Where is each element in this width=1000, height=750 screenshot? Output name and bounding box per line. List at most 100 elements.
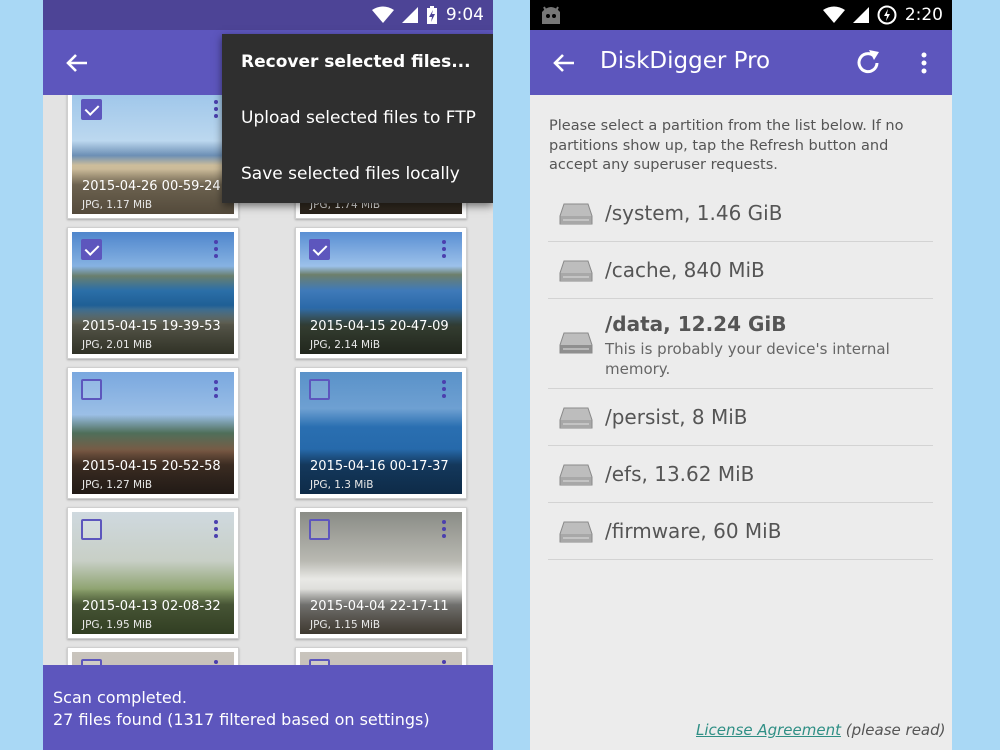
- signal-icon: [401, 7, 418, 23]
- wifi-icon: [822, 6, 845, 23]
- photo-card[interactable]: 2015-04-15 20-52-58 JPG, 1.27 MiB: [67, 367, 239, 499]
- photo-date: 2015-04-16 00-17-37: [310, 459, 449, 474]
- photo-file-info: JPG, 1.15 MiB: [310, 619, 381, 631]
- license-line: License Agreement (please read): [696, 721, 945, 739]
- signal-icon: [852, 7, 869, 23]
- menu-item-upload-ftp[interactable]: Upload selected files to FTP: [222, 90, 493, 146]
- photo-select-checkbox[interactable]: [81, 99, 102, 120]
- menu-item-save-locally[interactable]: Save selected files locally: [222, 146, 493, 202]
- partition-item[interactable]: /persist, 8 MiB: [548, 389, 933, 446]
- partition-item[interactable]: /data, 12.24 GiB This is probably your de…: [548, 299, 933, 389]
- status-time: 9:04: [445, 5, 484, 25]
- status-bar: 2:20: [530, 0, 952, 30]
- photo-more-icon[interactable]: [212, 520, 220, 540]
- partition-name: /persist, 8 MiB: [605, 404, 748, 429]
- photo-more-icon[interactable]: [212, 380, 220, 400]
- app-title: DiskDigger Pro: [600, 48, 771, 74]
- photo-thumbnail: [300, 652, 462, 665]
- scan-status-bar: Scan completed. 27 files found (1317 fil…: [43, 665, 493, 750]
- photo-thumbnail: [72, 652, 234, 665]
- status-time: 2:20: [904, 5, 943, 25]
- app-bar: DiskDigger Pro: [530, 30, 952, 95]
- photo-more-icon[interactable]: [440, 240, 448, 260]
- hard-drive-icon: [559, 260, 593, 281]
- photo-file-info: JPG, 1.27 MiB: [82, 479, 153, 491]
- photo-file-info: JPG, 1.95 MiB: [82, 619, 153, 631]
- cyanogen-mascot-icon: [542, 6, 560, 24]
- partition-list: /system, 1.46 GiB/cache, 840 MiB/data, 1…: [548, 185, 933, 560]
- right-phone-screen: 2:20 DiskDigger Pro Please select a part…: [530, 0, 952, 750]
- photo-select-checkbox[interactable]: [309, 519, 330, 540]
- photo-file-info: JPG, 1.3 MiB: [310, 479, 374, 491]
- left-phone-screen: 9:04 2015-04-26 00-59-24 JPG, 1.17 MiB JPG…: [43, 0, 493, 750]
- intro-text: Please select a partition from the list …: [549, 118, 904, 173]
- photo-card[interactable]: 2015-04-04 22-17-11 JPG, 1.15 MiB: [295, 507, 467, 639]
- refresh-button[interactable]: [852, 47, 884, 79]
- partition-item[interactable]: /cache, 840 MiB: [548, 242, 933, 299]
- hard-drive-icon: [559, 203, 593, 224]
- photo-card[interactable]: 2015-04-16 00-17-37 JPG, 1.3 MiB: [295, 367, 467, 499]
- photo-select-checkbox[interactable]: [81, 519, 102, 540]
- photo-thumbnail: 2015-04-15 20-47-09 JPG, 2.14 MiB: [300, 232, 462, 354]
- photo-more-icon[interactable]: [440, 520, 448, 540]
- photo-thumbnail: 2015-04-16 00-17-37 JPG, 1.3 MiB: [300, 372, 462, 494]
- partition-description: This is probably your device's internal …: [605, 340, 890, 378]
- menu-item-recover[interactable]: Recover selected files...: [222, 34, 493, 90]
- photo-thumbnail: 2015-04-04 22-17-11 JPG, 1.15 MiB: [300, 512, 462, 634]
- scan-status-line1: Scan completed.: [53, 688, 187, 707]
- back-arrow-icon: [66, 54, 87, 72]
- back-arrow-icon: [553, 54, 574, 72]
- photo-select-checkbox[interactable]: [309, 379, 330, 400]
- scan-status-line2: 27 files found (1317 filtered based on s…: [53, 710, 430, 729]
- photo-date: 2015-04-26 00-59-24: [82, 179, 221, 194]
- photo-date: 2015-04-13 02-08-32: [82, 599, 221, 614]
- hard-drive-icon: [559, 407, 593, 428]
- data-saver-icon: [877, 5, 897, 25]
- photo-more-icon[interactable]: [212, 240, 220, 260]
- wifi-icon: [371, 6, 394, 23]
- hard-drive-icon: [559, 521, 593, 542]
- photo-date: 2015-04-15 20-47-09: [310, 319, 449, 334]
- photo-file-info: JPG, 2.14 MiB: [310, 339, 381, 351]
- overflow-menu-button[interactable]: [912, 48, 936, 78]
- back-button[interactable]: [63, 49, 91, 77]
- more-vert-icon: [921, 52, 927, 74]
- partition-name: /efs, 13.62 MiB: [605, 461, 755, 486]
- refresh-icon: [857, 50, 879, 74]
- partition-name: /cache, 840 MiB: [605, 257, 765, 282]
- photo-thumbnail: 2015-04-15 20-52-58 JPG, 1.27 MiB: [72, 372, 234, 494]
- photo-thumbnail: 2015-04-26 00-59-24 JPG, 1.17 MiB: [72, 95, 234, 214]
- photo-date: 2015-04-04 22-17-11: [310, 599, 449, 614]
- photo-card[interactable]: 2015-04-15 20-47-09 JPG, 2.14 MiB: [295, 227, 467, 359]
- photo-select-checkbox[interactable]: [81, 239, 102, 260]
- photo-more-icon[interactable]: [212, 100, 220, 120]
- status-bar: 9:04: [43, 0, 493, 30]
- photo-thumbnail: 2015-04-15 19-39-53 JPG, 2.01 MiB: [72, 232, 234, 354]
- partition-item[interactable]: /firmware, 60 MiB: [548, 503, 933, 560]
- photo-file-info: JPG, 1.17 MiB: [82, 199, 153, 211]
- photo-date: 2015-04-15 19-39-53: [82, 319, 221, 334]
- photo-card[interactable]: [295, 647, 467, 665]
- partition-name: /data, 12.24 GiB: [605, 312, 787, 336]
- license-note: (please read): [845, 721, 946, 739]
- photo-more-icon[interactable]: [440, 380, 448, 400]
- photo-card[interactable]: 2015-04-15 19-39-53 JPG, 2.01 MiB: [67, 227, 239, 359]
- photo-card[interactable]: [67, 647, 239, 665]
- photo-select-checkbox[interactable]: [81, 379, 102, 400]
- photo-card[interactable]: 2015-04-26 00-59-24 JPG, 1.17 MiB: [67, 95, 239, 219]
- photo-card[interactable]: 2015-04-13 02-08-32 JPG, 1.95 MiB: [67, 507, 239, 639]
- partition-item[interactable]: /system, 1.46 GiB: [548, 185, 933, 242]
- partition-item[interactable]: /efs, 13.62 MiB: [548, 446, 933, 503]
- partition-name: /system, 1.46 GiB: [605, 200, 783, 225]
- photo-select-checkbox[interactable]: [309, 239, 330, 260]
- partition-name: /firmware, 60 MiB: [605, 518, 782, 543]
- license-agreement-link[interactable]: License Agreement: [696, 721, 841, 739]
- hard-drive-icon: [559, 464, 593, 485]
- back-button[interactable]: [550, 49, 578, 77]
- battery-charging-icon: [426, 6, 437, 24]
- hard-drive-icon: [559, 332, 593, 354]
- photo-file-info: JPG, 2.01 MiB: [82, 339, 153, 351]
- photo-date: 2015-04-15 20-52-58: [82, 459, 221, 474]
- photo-thumbnail: 2015-04-13 02-08-32 JPG, 1.95 MiB: [72, 512, 234, 634]
- overflow-menu: Recover selected files... Upload selecte…: [222, 34, 493, 203]
